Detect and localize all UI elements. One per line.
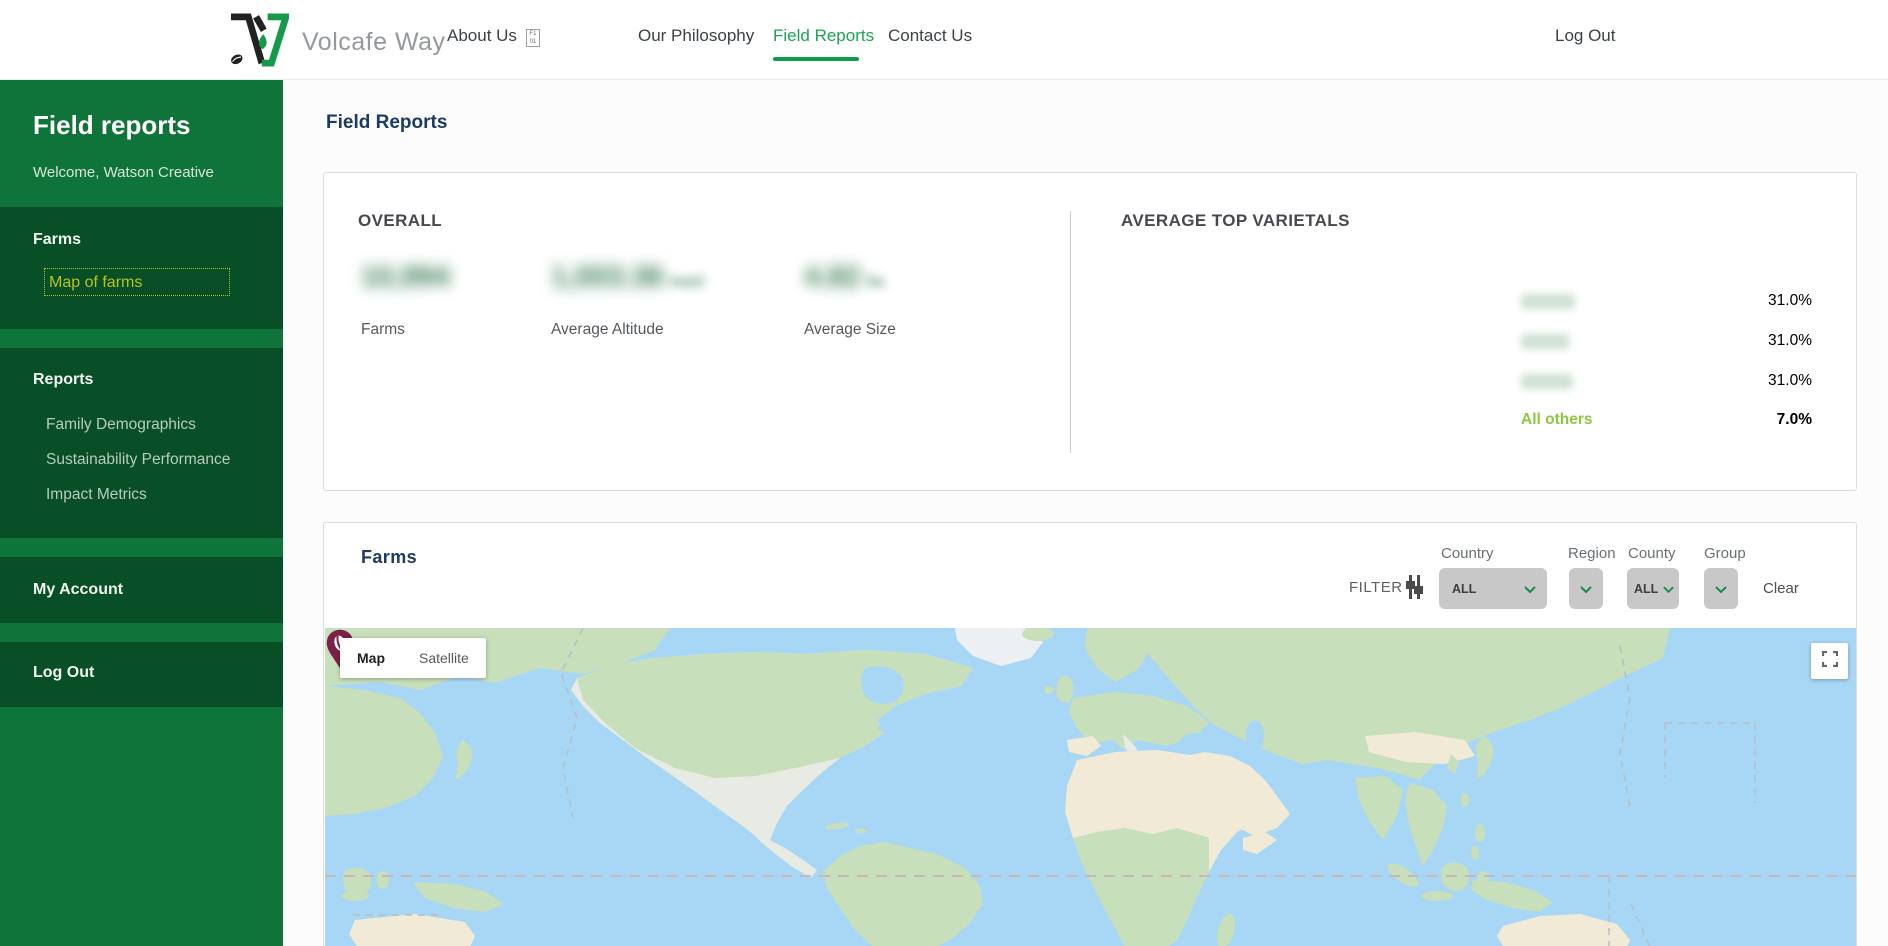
chevron-down-icon — [1580, 580, 1592, 598]
nav-logout-link[interactable]: Log Out — [1555, 26, 1616, 46]
map-type-control: Map Satellite — [340, 638, 486, 678]
nav-item-our-philosophy[interactable]: Our Philosophy — [638, 26, 754, 46]
stat-farms-value-blurred: 10,994 — [361, 261, 450, 293]
volcafe-logo-icon — [227, 13, 289, 72]
sidebar-item-family-demographics[interactable]: Family Demographics — [46, 416, 196, 434]
legend-dot — [1496, 294, 1510, 308]
sidebar-item-impact-metrics[interactable]: Impact Metrics — [46, 486, 147, 504]
app-window: Volcafe Way About UsF101 Our Philosophy … — [0, 0, 1888, 946]
filter-country-select[interactable]: ALL — [1439, 568, 1547, 609]
sidebar-item-my-account[interactable]: My Account — [33, 581, 123, 599]
filter-county-select[interactable]: ALL — [1627, 568, 1679, 609]
legend-row: 31.0% — [1496, 290, 1812, 312]
farms-panel: Farms FILTER Country ALL Region County A… — [323, 522, 1857, 946]
filter-label: FILTER — [1349, 579, 1403, 596]
fullscreen-button[interactable] — [1811, 643, 1848, 679]
world-map-canvas[interactable]: Map Satellite — [325, 628, 1856, 946]
missing-glyph-box-icon: F101 — [526, 29, 540, 47]
top-navigation: Volcafe Way About UsF101 Our Philosophy … — [0, 0, 1888, 80]
farms-panel-title: Farms — [361, 547, 417, 568]
legend-row: All others 7.0% — [1496, 409, 1812, 431]
filter-group-label: Group — [1704, 545, 1746, 562]
filter-region-label: Region — [1568, 545, 1616, 562]
panel-divider — [1070, 211, 1071, 453]
sidebar-item-map-of-farms[interactable]: Map of farms — [44, 268, 230, 296]
stat-farms-label: Farms — [361, 321, 405, 339]
legend-percentage: 31.0% — [1768, 372, 1812, 390]
overall-heading: OVERALL — [358, 211, 442, 231]
summary-panel: OVERALL 10,994 Farms 1,003.36 masl Averag… — [323, 172, 1857, 491]
nav-item-contact-us[interactable]: Contact Us — [888, 26, 972, 46]
filter-county-label: County — [1628, 545, 1676, 562]
legend-percentage: 7.0% — [1777, 411, 1812, 429]
map-type-satellite-button[interactable]: Satellite — [402, 638, 486, 678]
page-title: Field Reports — [326, 112, 447, 134]
fullscreen-icon — [1822, 651, 1838, 672]
filter-region-select[interactable] — [1569, 568, 1603, 609]
varietals-donut-chart — [1132, 267, 1344, 479]
stat-size-unit-blurred: ha — [866, 273, 884, 290]
map-landmass-layer — [325, 628, 1856, 946]
sidebar-heading-farms: Farms — [33, 231, 81, 249]
sidebar-welcome-text: Welcome, Watson Creative — [33, 164, 214, 181]
sidebar: Field reports Welcome, Watson Creative F… — [0, 79, 283, 946]
legend-row: 31.0% — [1496, 330, 1812, 352]
legend-label-blurred — [1521, 334, 1569, 349]
stat-size-value-blurred: 4.82 — [804, 261, 860, 293]
stat-altitude-label: Average Altitude — [551, 321, 664, 339]
stat-size-label: Average Size — [804, 321, 896, 339]
sidebar-item-log-out[interactable]: Log Out — [33, 664, 94, 682]
stat-average-size: 4.82ha Average Size — [804, 261, 1024, 294]
sidebar-heading-reports: Reports — [33, 371, 93, 389]
chevron-down-icon — [1524, 580, 1536, 598]
active-tab-underline — [773, 57, 859, 61]
chevron-down-icon — [1663, 580, 1674, 598]
legend-label-blurred — [1521, 294, 1575, 309]
stat-altitude-value-blurred: 1,003.36 — [551, 261, 664, 293]
nav-item-about-us[interactable]: About UsF101 — [447, 26, 540, 47]
legend-row: 31.0% — [1496, 370, 1812, 392]
sidebar-item-sustainability-performance[interactable]: Sustainability Performance — [46, 451, 230, 469]
logo-wordmark: Volcafe Way — [302, 28, 446, 57]
legend-label: All others — [1521, 411, 1592, 429]
map-type-map-button[interactable]: Map — [340, 638, 402, 678]
legend-dot — [1496, 334, 1510, 348]
stat-average-altitude: 1,003.36masl Average Altitude — [551, 261, 771, 294]
chevron-down-icon — [1715, 580, 1727, 598]
legend-percentage: 31.0% — [1768, 332, 1812, 350]
legend-dot — [1496, 413, 1510, 427]
sidebar-title: Field reports — [33, 110, 190, 141]
volcafe-logo[interactable]: Volcafe Way — [227, 13, 446, 72]
stat-altitude-unit-blurred: masl — [670, 273, 704, 290]
varietals-heading: AVERAGE TOP VARIETALS — [1121, 211, 1350, 231]
filter-group-select[interactable] — [1704, 568, 1738, 609]
filter-country-label: Country — [1441, 545, 1494, 562]
legend-dot — [1496, 374, 1510, 388]
nav-item-field-reports[interactable]: Field Reports — [773, 26, 874, 46]
filter-sliders-icon — [1404, 573, 1424, 606]
legend-label-blurred — [1521, 374, 1573, 389]
legend-percentage: 31.0% — [1768, 292, 1812, 310]
filter-clear-button[interactable]: Clear — [1763, 580, 1799, 597]
stat-farms: 10,994 Farms — [361, 261, 581, 294]
